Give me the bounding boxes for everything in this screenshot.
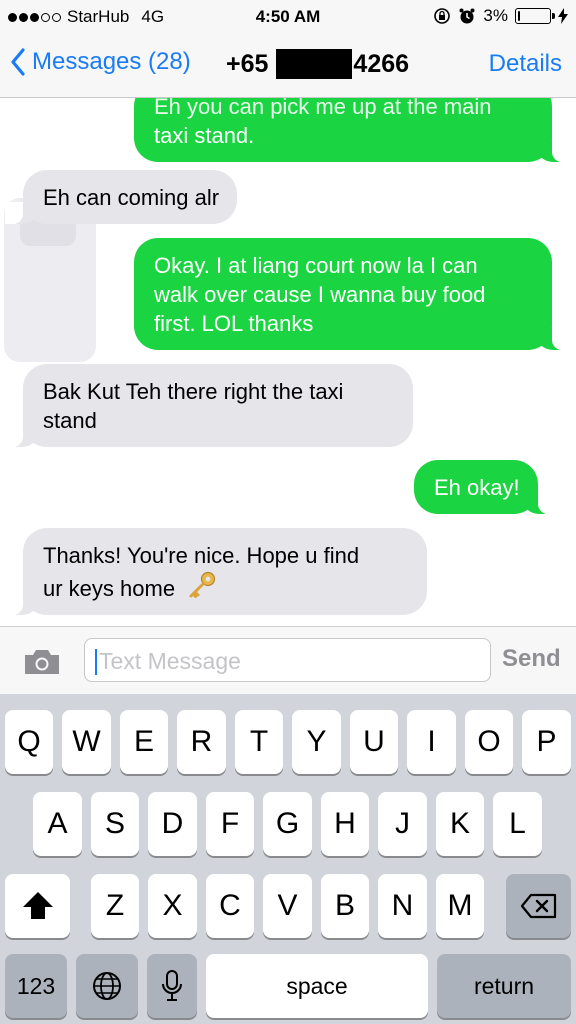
message-text: Eh okay! xyxy=(434,475,520,500)
key-l[interactable]: L xyxy=(493,792,542,856)
message-input[interactable]: Text Message xyxy=(84,638,491,682)
message-bubble-received[interactable]: Eh can coming alr xyxy=(4,170,238,224)
back-label: Messages (28) xyxy=(32,48,191,75)
battery-percent: 3% xyxy=(483,6,508,25)
key-a[interactable]: A xyxy=(33,792,82,856)
conversation[interactable]: Eh you can pick me up at the main taxi s… xyxy=(0,98,576,626)
return-key[interactable]: return xyxy=(437,954,571,1018)
details-button[interactable]: Details xyxy=(489,50,562,78)
key-c[interactable]: C xyxy=(206,874,254,938)
key-w[interactable]: W xyxy=(62,710,111,774)
key-f[interactable]: F xyxy=(206,792,254,856)
dictation-key[interactable] xyxy=(147,954,197,1018)
shift-icon xyxy=(22,892,53,919)
key-o[interactable]: O xyxy=(465,710,513,774)
charging-bolt-icon xyxy=(558,8,568,24)
key-x[interactable]: X xyxy=(148,874,197,938)
message-text: taxi stand. xyxy=(154,123,255,148)
message-bubble-sent[interactable]: Eh okay! xyxy=(414,460,556,514)
globe-icon xyxy=(93,972,121,1000)
key-h[interactable]: H xyxy=(321,792,369,856)
message-text: Thanks! You're nice. Hope u find xyxy=(43,543,360,568)
status-bar: StarHub 4G 4:50 AM 3% xyxy=(0,0,576,34)
shift-key[interactable] xyxy=(5,874,70,938)
key-m[interactable]: M xyxy=(436,874,484,938)
keyboard: Q W E R T Y U I O P A S D F G H J K L Z … xyxy=(0,694,576,1024)
key-z[interactable]: Z xyxy=(91,874,139,938)
message-bubble-received[interactable]: Bak Kut Teh there right the taxi stand xyxy=(5,364,413,447)
battery-icon xyxy=(515,8,555,24)
message-input-bar: Text Message Send xyxy=(0,626,576,694)
key-q[interactable]: Q xyxy=(5,710,53,774)
send-button[interactable]: Send xyxy=(502,645,561,673)
key-r[interactable]: R xyxy=(177,710,226,774)
space-key[interactable]: space xyxy=(206,954,428,1018)
text-caret xyxy=(95,649,97,675)
key-i[interactable]: I xyxy=(407,710,456,774)
back-button[interactable]: Messages (28) xyxy=(10,48,191,76)
key-n[interactable]: N xyxy=(378,874,427,938)
contact-suffix: 4266 xyxy=(353,49,410,78)
microphone-icon xyxy=(162,970,182,1001)
message-text: Eh you can pick me up at the main xyxy=(154,98,492,119)
status-right: 3% xyxy=(433,6,568,26)
contact-title: +65 4266 xyxy=(226,49,409,79)
message-text: Okay. I at liang court now la I can xyxy=(154,253,478,278)
contact-prefix: +65 xyxy=(226,49,269,78)
key-u[interactable]: U xyxy=(350,710,398,774)
message-text: Eh can coming alr xyxy=(43,185,220,210)
message-text: ur keys home xyxy=(43,576,176,601)
key-t[interactable]: T xyxy=(235,710,283,774)
numbers-key[interactable]: 123 xyxy=(5,954,67,1018)
message-placeholder: Text Message xyxy=(99,648,241,674)
key-j[interactable]: J xyxy=(378,792,427,856)
orientation-lock-icon xyxy=(434,8,451,24)
globe-key[interactable] xyxy=(76,954,138,1018)
redaction-box xyxy=(276,49,353,79)
delete-icon xyxy=(520,893,556,919)
message-text: walk over cause I wanna buy food xyxy=(154,282,486,307)
key-b[interactable]: B xyxy=(321,874,369,938)
message-text: Bak Kut Teh there right the taxi xyxy=(43,379,344,404)
chevron-left-icon xyxy=(11,48,25,76)
delete-key[interactable] xyxy=(506,874,571,938)
message-bubble-received[interactable]: Thanks! You're nice. Hope u find ur keys… xyxy=(5,528,427,615)
message-bubble-sent[interactable]: Okay. I at liang court now la I can walk… xyxy=(134,238,570,350)
message-bubble-sent[interactable]: Eh you can pick me up at the main taxi s… xyxy=(134,98,570,162)
alarm-icon xyxy=(459,8,475,24)
key-p[interactable]: P xyxy=(522,710,571,774)
message-text: first. LOL thanks xyxy=(154,311,314,336)
key-emoji-icon xyxy=(189,571,216,598)
message-text: stand xyxy=(43,408,97,433)
key-g[interactable]: G xyxy=(263,792,312,856)
navigation-bar: Messages (28) +65 4266 Details xyxy=(0,34,576,98)
key-k[interactable]: K xyxy=(436,792,484,856)
key-v[interactable]: V xyxy=(263,874,312,938)
key-s[interactable]: S xyxy=(91,792,139,856)
key-e[interactable]: E xyxy=(120,710,168,774)
camera-icon[interactable] xyxy=(22,647,62,677)
key-y[interactable]: Y xyxy=(292,710,341,774)
key-d[interactable]: D xyxy=(148,792,197,856)
